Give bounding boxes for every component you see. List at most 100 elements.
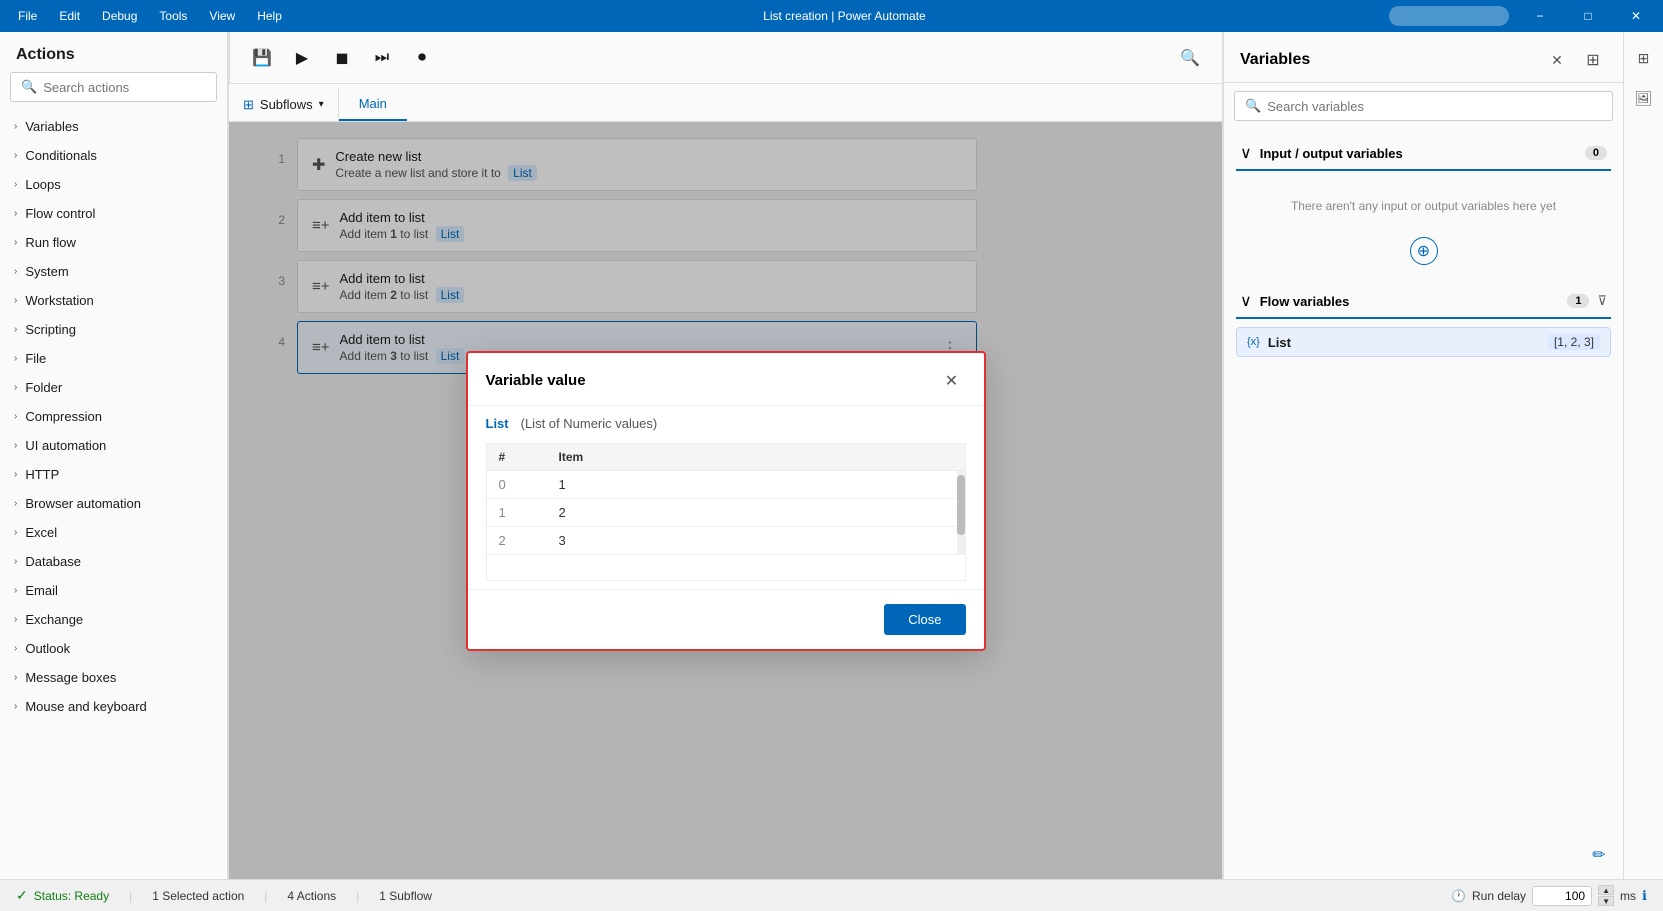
next-step-button[interactable]: ⏭ xyxy=(366,42,398,74)
save-button[interactable]: 💾 xyxy=(246,42,278,74)
search-actions-box[interactable]: 🔍 xyxy=(10,72,217,102)
scrollbar-thumb xyxy=(957,475,965,535)
app-body: Actions 🔍 › Variables › Conditionals › L… xyxy=(0,32,1663,879)
sidebar-item-compression[interactable]: › Compression xyxy=(0,402,227,431)
sidebar-item-database[interactable]: › Database xyxy=(0,547,227,576)
menu-view[interactable]: View xyxy=(199,5,245,27)
modal-var-name: List xyxy=(486,416,509,431)
sidebar-item-workstation[interactable]: › Workstation xyxy=(0,286,227,315)
minimize-button[interactable]: − xyxy=(1517,0,1563,32)
sidebar-item-excel[interactable]: › Excel xyxy=(0,518,227,547)
sidebar-item-label: Flow control xyxy=(25,206,95,221)
variables-header: Variables ✕ ⊞ xyxy=(1224,32,1623,83)
variables-icon-button[interactable]: ⊞ xyxy=(1579,46,1607,74)
modal-footer: Close xyxy=(468,589,984,649)
flow-search-button[interactable]: 🔍 xyxy=(1174,42,1206,74)
sidebar-item-mouse-keyboard[interactable]: › Mouse and keyboard xyxy=(0,692,227,721)
menu-edit[interactable]: Edit xyxy=(49,5,90,27)
sidebar-item-outlook[interactable]: › Outlook xyxy=(0,634,227,663)
io-empty-message: There aren't any input or output variabl… xyxy=(1236,179,1611,233)
menu-help[interactable]: Help xyxy=(247,5,292,27)
menu-tools[interactable]: Tools xyxy=(149,5,197,27)
modal-close-primary-button[interactable]: Close xyxy=(884,604,965,635)
search-icon: 🔍 xyxy=(21,79,37,95)
sidebar-item-run-flow[interactable]: › Run flow xyxy=(0,228,227,257)
sidebar-item-file[interactable]: › File xyxy=(0,344,227,373)
flow-section-header[interactable]: ∨ Flow variables 1 ⊽ xyxy=(1236,285,1611,319)
table-row: 2 3 xyxy=(487,527,965,555)
run-button[interactable]: ▶ xyxy=(286,42,318,74)
maximize-button[interactable]: □ xyxy=(1565,0,1611,32)
add-io-variable-button[interactable]: ⊕ xyxy=(1410,237,1438,265)
right-panel-icon-2[interactable]: 🖼 xyxy=(1628,82,1660,114)
io-section-header[interactable]: ∨ Input / output variables 0 xyxy=(1236,137,1611,171)
io-section-title: Input / output variables xyxy=(1260,146,1577,161)
row-value: 3 xyxy=(559,533,953,548)
sidebar-item-http[interactable]: › HTTP xyxy=(0,460,227,489)
status-divider: | xyxy=(356,889,359,903)
chevron-down-icon: ▾ xyxy=(319,99,324,110)
record-button[interactable]: ⏺ xyxy=(406,42,438,74)
sidebar-item-label: Browser automation xyxy=(25,496,141,511)
variables-close-button[interactable]: ✕ xyxy=(1543,46,1571,74)
search-actions-input[interactable] xyxy=(43,80,206,95)
eraser-icon[interactable]: ✏ xyxy=(1585,841,1613,869)
flow-section-title: Flow variables xyxy=(1260,294,1560,309)
sidebar-item-folder[interactable]: › Folder xyxy=(0,373,227,402)
chevron-right-icon: › xyxy=(14,150,17,161)
chevron-down-icon: ∨ xyxy=(1240,143,1252,163)
sidebar-item-email[interactable]: › Email xyxy=(0,576,227,605)
spin-up-button[interactable]: ▲ xyxy=(1598,885,1614,895)
sidebar-item-exchange[interactable]: › Exchange xyxy=(0,605,227,634)
flow-content: 1 ✚ Create new list Create a new list an… xyxy=(229,122,1222,879)
sidebar-item-system[interactable]: › System xyxy=(0,257,227,286)
menu-bar[interactable]: File Edit Debug Tools View Help xyxy=(0,5,300,27)
filter-icon[interactable]: ⊽ xyxy=(1597,293,1607,309)
row-index: 0 xyxy=(499,477,559,492)
modal-title: Variable value xyxy=(486,372,938,389)
status-ready-icon: ✓ xyxy=(16,887,28,904)
spin-down-button[interactable]: ▼ xyxy=(1598,896,1614,906)
menu-file[interactable]: File xyxy=(8,5,47,27)
variables-sidebar: Variables ✕ ⊞ 🔍 ∨ Input / output variabl… xyxy=(1223,32,1623,879)
modal-table: # Item 0 1 1 2 xyxy=(486,443,966,581)
subflows-button[interactable]: ⊞ Subflows ▾ xyxy=(229,88,339,121)
search-variables-input[interactable] xyxy=(1267,99,1602,114)
run-delay-input[interactable] xyxy=(1532,886,1592,906)
info-icon[interactable]: ℹ xyxy=(1642,888,1647,904)
search-variables-box[interactable]: 🔍 xyxy=(1234,91,1613,121)
chevron-right-icon: › xyxy=(14,382,17,393)
sidebar-item-ui-automation[interactable]: › UI automation xyxy=(0,431,227,460)
sidebar-item-label: Excel xyxy=(25,525,57,540)
sidebar-item-label: Database xyxy=(25,554,81,569)
var-list-item[interactable]: {x} List [1, 2, 3] xyxy=(1236,327,1611,357)
sidebar-item-flow-control[interactable]: › Flow control xyxy=(0,199,227,228)
chevron-right-icon: › xyxy=(14,701,17,712)
close-window-button[interactable]: ✕ xyxy=(1613,0,1659,32)
window-controls[interactable]: − □ ✕ xyxy=(1517,0,1663,32)
row-value: 1 xyxy=(559,477,953,492)
stop-button[interactable]: ◼ xyxy=(326,42,358,74)
sidebar-item-browser-automation[interactable]: › Browser automation xyxy=(0,489,227,518)
modal-close-button[interactable]: ✕ xyxy=(938,367,966,395)
row-value: 2 xyxy=(559,505,953,520)
sidebar-item-loops[interactable]: › Loops xyxy=(0,170,227,199)
row-index: 1 xyxy=(499,505,559,520)
right-panel-icon-1[interactable]: ⊞ xyxy=(1628,42,1660,74)
modal-header: Variable value ✕ xyxy=(468,353,984,406)
chevron-right-icon: › xyxy=(14,527,17,538)
clock-icon: 🕐 xyxy=(1451,889,1466,903)
sidebar-item-label: Exchange xyxy=(25,612,83,627)
run-delay-label: Run delay xyxy=(1472,889,1526,903)
sidebar-item-conditionals[interactable]: › Conditionals xyxy=(0,141,227,170)
modal-scrollbar[interactable] xyxy=(957,471,965,555)
status-divider: | xyxy=(129,889,132,903)
sidebar-item-message-boxes[interactable]: › Message boxes xyxy=(0,663,227,692)
tab-main[interactable]: Main xyxy=(339,88,407,121)
sidebar-item-label: Outlook xyxy=(25,641,70,656)
sidebar-item-scripting[interactable]: › Scripting xyxy=(0,315,227,344)
sidebar-item-variables[interactable]: › Variables xyxy=(0,112,227,141)
menu-debug[interactable]: Debug xyxy=(92,5,147,27)
chevron-right-icon: › xyxy=(14,179,17,190)
chevron-right-icon: › xyxy=(14,295,17,306)
